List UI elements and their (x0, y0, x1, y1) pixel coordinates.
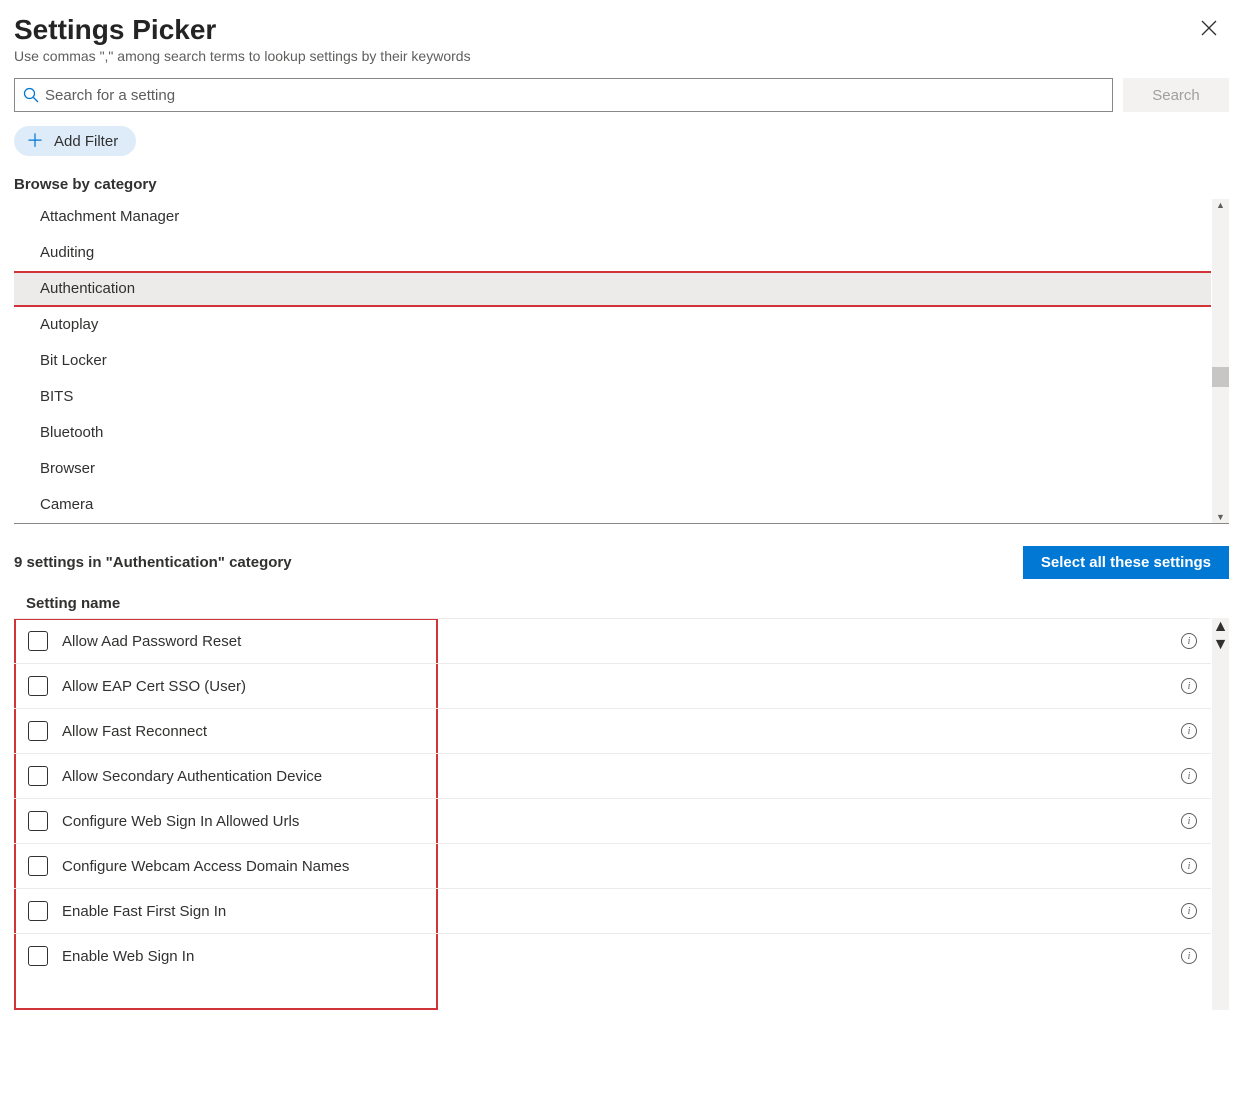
page-subtitle: Use commas "," among search terms to loo… (14, 48, 1229, 64)
settings-highlight-box: Allow Aad Password Reset Allow EAP Cert S… (14, 618, 438, 1010)
setting-label: Allow Fast Reconnect (62, 723, 424, 740)
select-all-button[interactable]: Select all these settings (1023, 546, 1229, 579)
setting-row[interactable]: Allow Secondary Authentication Device (14, 753, 438, 798)
setting-checkbox[interactable] (28, 856, 48, 876)
info-icon[interactable]: i (1181, 948, 1197, 964)
setting-checkbox[interactable] (28, 631, 48, 651)
setting-row[interactable]: Enable Fast First Sign In (14, 888, 438, 933)
close-icon (1201, 20, 1217, 36)
info-icon[interactable]: i (1181, 633, 1197, 649)
category-item[interactable]: BITS (14, 379, 1211, 415)
setting-checkbox[interactable] (28, 676, 48, 696)
search-icon (23, 87, 39, 103)
category-scrollbar[interactable]: ▲ ▼ (1212, 199, 1229, 523)
info-icon[interactable]: i (1181, 858, 1197, 874)
setting-checkbox[interactable] (28, 811, 48, 831)
info-icon[interactable]: i (1181, 813, 1197, 829)
category-item[interactable]: Auditing (14, 235, 1211, 271)
category-item[interactable]: Attachment Manager (14, 199, 1211, 235)
setting-row[interactable]: Allow EAP Cert SSO (User) (14, 663, 438, 708)
search-input[interactable] (39, 87, 1104, 104)
category-list: Attachment ManagerAuditingAuthentication… (14, 199, 1211, 523)
scroll-down-icon[interactable]: ▼ (1213, 636, 1229, 654)
setting-row[interactable]: Allow Fast Reconnect (14, 708, 438, 753)
info-icon[interactable]: i (1181, 768, 1197, 784)
results-summary: 9 settings in "Authentication" category (14, 554, 292, 571)
setting-label: Allow EAP Cert SSO (User) (62, 678, 424, 695)
info-icon[interactable]: i (1181, 903, 1197, 919)
category-item[interactable]: Autoplay (14, 307, 1211, 343)
setting-label: Allow Secondary Authentication Device (62, 768, 424, 785)
scroll-up-icon[interactable]: ▲ (1216, 199, 1225, 211)
category-item[interactable]: Camera (14, 487, 1211, 523)
setting-checkbox[interactable] (28, 766, 48, 786)
info-icon[interactable]: i (1181, 723, 1197, 739)
setting-row[interactable]: Allow Aad Password Reset (14, 618, 438, 663)
category-pane: Attachment ManagerAuditingAuthentication… (14, 199, 1229, 524)
setting-row[interactable]: Configure Webcam Access Domain Names (14, 843, 438, 888)
setting-checkbox[interactable] (28, 901, 48, 921)
settings-scrollbar[interactable]: ▲ ▼ (1212, 618, 1229, 1010)
setting-label: Enable Fast First Sign In (62, 903, 424, 920)
page-title: Settings Picker (14, 14, 216, 46)
plus-icon: ＋ (26, 132, 44, 150)
search-button[interactable]: Search (1123, 78, 1229, 112)
setting-label: Enable Web Sign In (62, 948, 424, 965)
setting-checkbox[interactable] (28, 721, 48, 741)
search-field-wrap[interactable] (14, 78, 1113, 112)
column-header-setting-name: Setting name (14, 589, 1229, 618)
category-item[interactable]: Bit Locker (14, 343, 1211, 379)
setting-label: Allow Aad Password Reset (62, 633, 424, 650)
setting-checkbox[interactable] (28, 946, 48, 966)
setting-label: Configure Web Sign In Allowed Urls (62, 813, 424, 830)
add-filter-label: Add Filter (54, 133, 118, 150)
scroll-thumb[interactable] (1212, 367, 1229, 387)
category-item[interactable]: Browser (14, 451, 1211, 487)
scroll-down-icon[interactable]: ▼ (1216, 511, 1225, 523)
browse-heading: Browse by category (14, 176, 1229, 193)
setting-row[interactable]: Configure Web Sign In Allowed Urls (14, 798, 438, 843)
category-item[interactable]: Bluetooth (14, 415, 1211, 451)
setting-row[interactable]: Enable Web Sign In (14, 933, 438, 978)
close-button[interactable] (1195, 16, 1223, 45)
add-filter-button[interactable]: ＋ Add Filter (14, 126, 136, 156)
category-item[interactable]: Authentication (14, 271, 1211, 307)
settings-list: Allow Aad Password Reset Allow EAP Cert S… (14, 618, 438, 978)
scroll-up-icon[interactable]: ▲ (1213, 618, 1229, 636)
info-icon[interactable]: i (1181, 678, 1197, 694)
setting-label: Configure Webcam Access Domain Names (62, 858, 424, 875)
